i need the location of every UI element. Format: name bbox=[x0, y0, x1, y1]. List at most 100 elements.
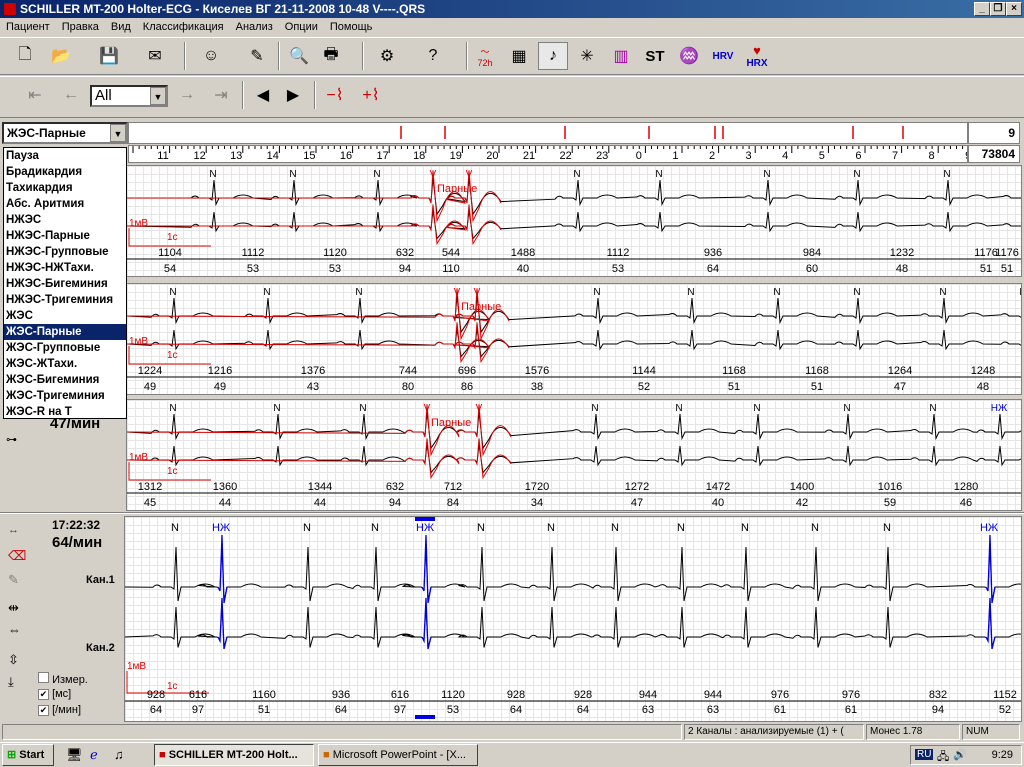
pacemaker-icon[interactable]: ♒ bbox=[674, 42, 704, 70]
event-type-option[interactable]: Тахикардия bbox=[4, 180, 126, 196]
compress-icon[interactable]: ⇹ bbox=[8, 600, 19, 616]
expand-horizontal-icon[interactable]: ⇔ bbox=[8, 622, 21, 637]
selection-marker[interactable] bbox=[415, 715, 435, 719]
menu-help[interactable]: Помощь bbox=[330, 21, 373, 33]
next-icon[interactable]: → bbox=[172, 81, 202, 109]
remove-beat-icon[interactable]: −⌇ bbox=[320, 81, 350, 109]
eraser-icon[interactable]: ⌫ bbox=[8, 548, 26, 564]
minimize-button[interactable]: _ bbox=[974, 2, 990, 16]
menu-patient[interactable]: Пациент bbox=[6, 21, 50, 33]
tray-volume-icon[interactable]: 🔊 bbox=[953, 748, 967, 761]
event-type-option[interactable]: НЖЭС-НЖТахи. bbox=[4, 260, 126, 276]
beat-label: N bbox=[1019, 287, 1021, 298]
schiller-task-icon: ■ bbox=[159, 749, 166, 761]
st-button[interactable]: ST bbox=[640, 42, 670, 70]
rr-interval: 1360 bbox=[213, 481, 237, 493]
quicklaunch-ie-icon[interactable]: ℯ bbox=[90, 747, 98, 763]
quicklaunch-desktop-icon[interactable]: 🖥 bbox=[66, 747, 83, 763]
language-indicator[interactable]: RU bbox=[915, 749, 934, 760]
event-type-option[interactable]: Пауза bbox=[4, 148, 126, 164]
prev-icon[interactable]: ← bbox=[56, 81, 86, 109]
chevron-down-icon[interactable]: ▼ bbox=[110, 124, 126, 142]
expand-icon[interactable]: ↔ bbox=[8, 524, 19, 536]
prev-event-icon[interactable]: ◀ bbox=[248, 81, 278, 109]
table-icon[interactable]: ▦ bbox=[504, 42, 534, 70]
open-folder-icon[interactable]: 📂 bbox=[46, 42, 76, 70]
option-bpm[interactable]: ✔ [/мин] bbox=[38, 704, 81, 716]
help-context-icon[interactable]: ? bbox=[418, 42, 448, 70]
overview-strip[interactable]: NNNVVNNNNNNПарные1мВ1с110411121120632544… bbox=[126, 165, 1022, 277]
network-icon[interactable]: ⚙ bbox=[372, 42, 402, 70]
menu-edit[interactable]: Правка bbox=[62, 21, 99, 33]
detail-ecg-view[interactable]: N НЖ N N НЖ N N N N N N N НЖ 1мВ 1с 928 616 1160 936 616 112… bbox=[124, 516, 1022, 722]
event-type-option[interactable]: НЖЭС bbox=[4, 212, 126, 228]
event-type-option[interactable]: НЖЭС-Бигеминия bbox=[4, 276, 126, 292]
pencil-icon[interactable]: ✎ bbox=[8, 572, 19, 588]
mail-icon[interactable]: ✉ bbox=[140, 42, 170, 70]
heart-rate-value: 97 bbox=[192, 704, 204, 716]
filter-select[interactable]: All ▼ bbox=[90, 85, 168, 107]
rr-view-icon[interactable]: ♪ bbox=[538, 42, 568, 70]
last-page-icon[interactable]: ⇥ bbox=[206, 81, 236, 109]
event-type-option[interactable]: ЖЭС bbox=[4, 308, 126, 324]
restore-button[interactable]: ❐ bbox=[990, 2, 1006, 16]
hrv-button[interactable]: HRV bbox=[708, 42, 738, 70]
event-type-option[interactable]: ЖЭС-Парные bbox=[4, 324, 126, 340]
bpm-checkbox[interactable]: ✔ bbox=[38, 705, 49, 716]
vertical-compress-icon[interactable]: ⤓ bbox=[8, 674, 14, 690]
task-powerpoint[interactable]: ■ Microsoft PowerPoint - [X... bbox=[318, 744, 478, 766]
tray-network-icon[interactable]: 🖧 bbox=[937, 748, 949, 767]
preview-icon[interactable]: 🔍 bbox=[284, 42, 314, 70]
filter-value: All bbox=[95, 87, 112, 104]
option-measure[interactable]: Измер. bbox=[38, 672, 88, 686]
chevron-down-icon[interactable]: ▼ bbox=[150, 87, 166, 105]
close-button[interactable]: × bbox=[1006, 2, 1022, 16]
qrs-overlay-icon[interactable]: ✳ bbox=[572, 42, 602, 70]
heart-rate-value: 63 bbox=[642, 704, 654, 716]
heart-rate-value: 86 bbox=[461, 381, 473, 393]
channel-icon[interactable]: ⊶ bbox=[6, 433, 17, 446]
amplitude-icon[interactable]: ⇳ bbox=[8, 652, 19, 668]
edit-report-icon[interactable]: ✎ bbox=[242, 42, 272, 70]
heart-rate-value: 44 bbox=[314, 497, 326, 509]
hrx-button[interactable]: ♥ HRX bbox=[742, 42, 772, 70]
new-file-icon[interactable]: 🗋 bbox=[10, 42, 40, 70]
print-icon[interactable]: 🖶 bbox=[316, 42, 346, 70]
event-type-option[interactable]: ЖЭС-R на T bbox=[4, 404, 126, 420]
event-type-dropdown[interactable]: Пауза Брадикардия Тахикардия Абс. Аритмия НЖ… bbox=[3, 147, 127, 419]
quicklaunch-media-icon[interactable]: ♫ bbox=[114, 747, 124, 762]
measure-checkbox[interactable] bbox=[38, 672, 49, 683]
task-schiller[interactable]: ■ SCHILLER MT-200 Holt... bbox=[154, 744, 314, 766]
event-type-option[interactable]: НЖЭС-Групповые bbox=[4, 244, 126, 260]
beat-label: N bbox=[371, 522, 379, 534]
patient-icon[interactable]: ☺ bbox=[196, 42, 226, 70]
next-event-icon[interactable]: ▶ bbox=[278, 81, 308, 109]
menu-classification[interactable]: Классификация bbox=[143, 21, 224, 33]
event-type-option[interactable]: Брадикардия bbox=[4, 164, 126, 180]
pvc-trace bbox=[127, 204, 502, 246]
overview-strip[interactable]: N N N V V N N N N N N Парные 1мВ 1с 1224 1216 1376 744 696… bbox=[126, 283, 1022, 395]
overview-strip[interactable]: N N N V V N N N N N НЖ Парные 1мВ 1с 1312 1360 1344 632 71… bbox=[126, 399, 1022, 511]
first-page-icon[interactable]: ⇤ bbox=[20, 81, 50, 109]
event-type-option[interactable]: ЖЭС-Бигеминия bbox=[4, 372, 126, 388]
option-ms[interactable]: ✔ [мс] bbox=[38, 688, 71, 700]
start-button[interactable]: ⊞ Start bbox=[2, 744, 54, 766]
save-icon[interactable]: 💾 bbox=[94, 42, 124, 70]
spectrum-icon[interactable]: ▥ bbox=[606, 42, 636, 70]
event-type-option[interactable]: НЖЭС-Тригеминия bbox=[4, 292, 126, 308]
event-type-option[interactable]: ЖЭС-Групповые bbox=[4, 340, 126, 356]
menu-view[interactable]: Вид bbox=[111, 21, 131, 33]
add-beat-icon[interactable]: +⌇ bbox=[356, 81, 386, 109]
event-type-option[interactable]: ЖЭС-Тригеминия bbox=[4, 388, 126, 404]
event-type-option[interactable]: НЖЭС-Парные bbox=[4, 228, 126, 244]
menu-analysis[interactable]: Анализ bbox=[236, 21, 273, 33]
event-type-option[interactable]: ЖЭС-ЖТахи. bbox=[4, 356, 126, 372]
event-type-select[interactable]: ЖЭС-Парные ▼ bbox=[2, 122, 128, 144]
menu-options[interactable]: Опции bbox=[285, 21, 318, 33]
event-type-option[interactable]: Абс. Аритмия bbox=[4, 196, 126, 212]
ms-checkbox[interactable]: ✔ bbox=[38, 689, 49, 700]
event-timeline[interactable] bbox=[128, 122, 968, 144]
selection-marker[interactable] bbox=[415, 517, 435, 521]
app-icon bbox=[4, 3, 16, 15]
time72-button[interactable]: 〜 72h bbox=[470, 42, 500, 70]
